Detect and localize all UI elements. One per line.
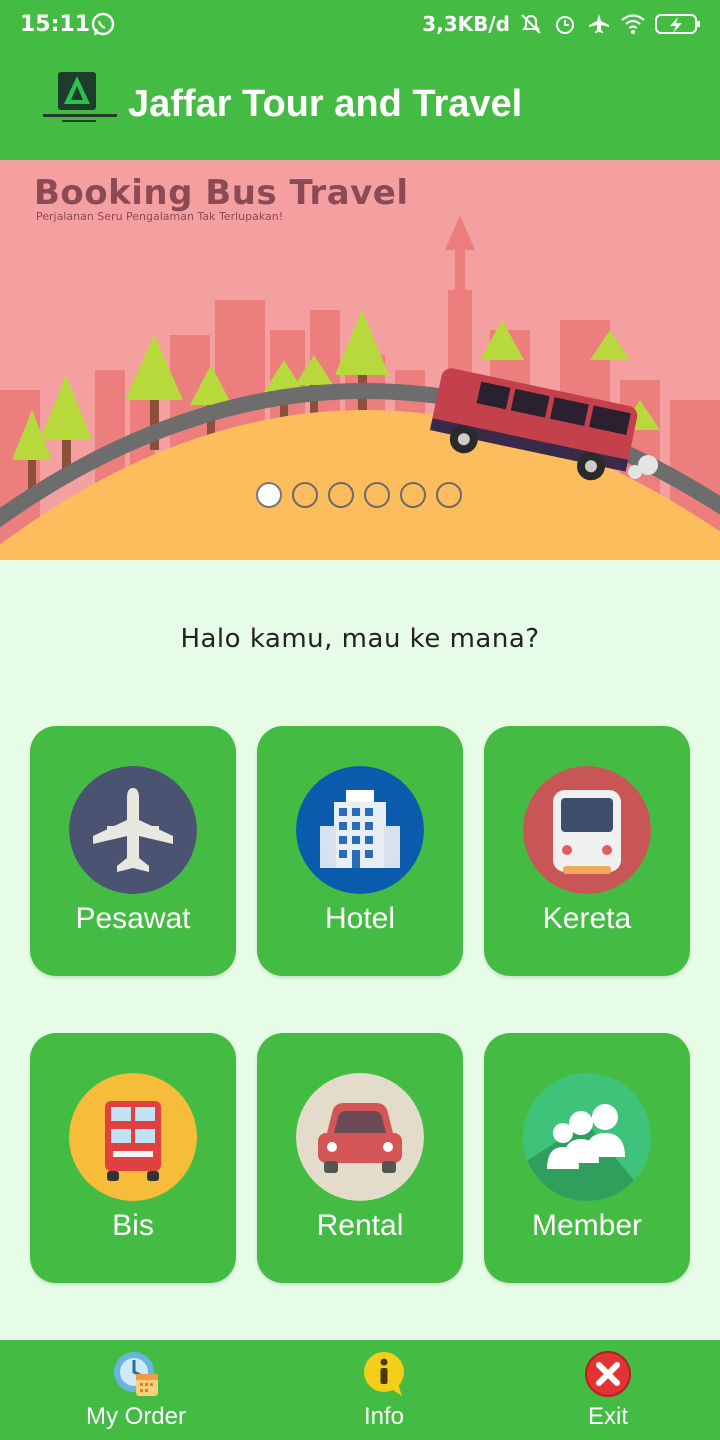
menu-tile-label: Hotel (324, 902, 396, 935)
nav-info[interactable]: Info (284, 1340, 484, 1440)
menu-tile-hotel[interactable]: Hotel (257, 726, 463, 976)
nav-label: Exit (587, 1403, 628, 1430)
carousel-dot-6[interactable] (436, 482, 462, 508)
app-bar: Jaffar Tour and Travel (0, 50, 720, 160)
order-calendar-icon (114, 1352, 158, 1396)
alarm-icon (556, 16, 574, 34)
hotel-icon (296, 766, 424, 894)
greeting-text: Halo kamu, mau ke mana? (180, 624, 540, 654)
whatsapp-icon (91, 12, 115, 36)
carousel-dot-2[interactable] (292, 482, 318, 508)
status-time: 15:11 (20, 12, 91, 37)
menu-tile-pesawat[interactable]: Pesawat (30, 726, 236, 976)
info-icon (364, 1352, 404, 1396)
airplane-icon (69, 766, 197, 894)
battery-charging-icon (655, 14, 700, 34)
menu-tile-member[interactable]: Member (484, 1033, 690, 1283)
carousel-dot-5[interactable] (400, 482, 426, 508)
app-title: Jaffar Tour and Travel (128, 83, 523, 125)
menu-tile-bis[interactable]: Bis (30, 1033, 236, 1283)
airplane-icon (589, 14, 609, 33)
bus-icon (69, 1073, 197, 1201)
nav-my-order[interactable]: My Order (36, 1340, 236, 1440)
menu-tile-kereta[interactable]: Kereta (484, 726, 690, 976)
jaffar-logo-icon (43, 72, 117, 122)
train-icon (523, 766, 651, 894)
mute-icon (521, 14, 541, 34)
network-speed: 3,3KB/d (422, 12, 510, 36)
menu-tile-label: Kereta (542, 902, 632, 935)
wifi-icon (621, 14, 645, 34)
status-bar: 15:11 3,3KB/d (0, 0, 720, 50)
nav-label: My Order (85, 1403, 186, 1430)
menu-tile-label: Bis (112, 1209, 154, 1242)
carousel-dot-4[interactable] (364, 482, 390, 508)
menu-tile-label: Pesawat (75, 902, 191, 935)
nav-label: Info (363, 1403, 405, 1430)
promo-banner[interactable]: Booking Bus Travel Perjalanan Seru Penga… (0, 160, 720, 560)
carousel-indicator (256, 482, 462, 508)
carousel-dot-1[interactable] (256, 482, 282, 508)
nav-exit[interactable]: Exit (508, 1340, 708, 1440)
group-icon (523, 1073, 651, 1201)
exit-icon (585, 1351, 631, 1397)
carousel-dot-3[interactable] (328, 482, 354, 508)
menu-tile-label: Rental (316, 1209, 404, 1242)
bottom-navigation: My Order Info Exit (0, 1340, 720, 1440)
menu-tile-label: Member (531, 1209, 643, 1242)
banner-title: Booking Bus Travel (34, 173, 409, 213)
banner-subtitle: Perjalanan Seru Pengalaman Tak Terlupaka… (36, 210, 284, 223)
car-icon (296, 1073, 424, 1201)
menu-tile-rental[interactable]: Rental (257, 1033, 463, 1283)
